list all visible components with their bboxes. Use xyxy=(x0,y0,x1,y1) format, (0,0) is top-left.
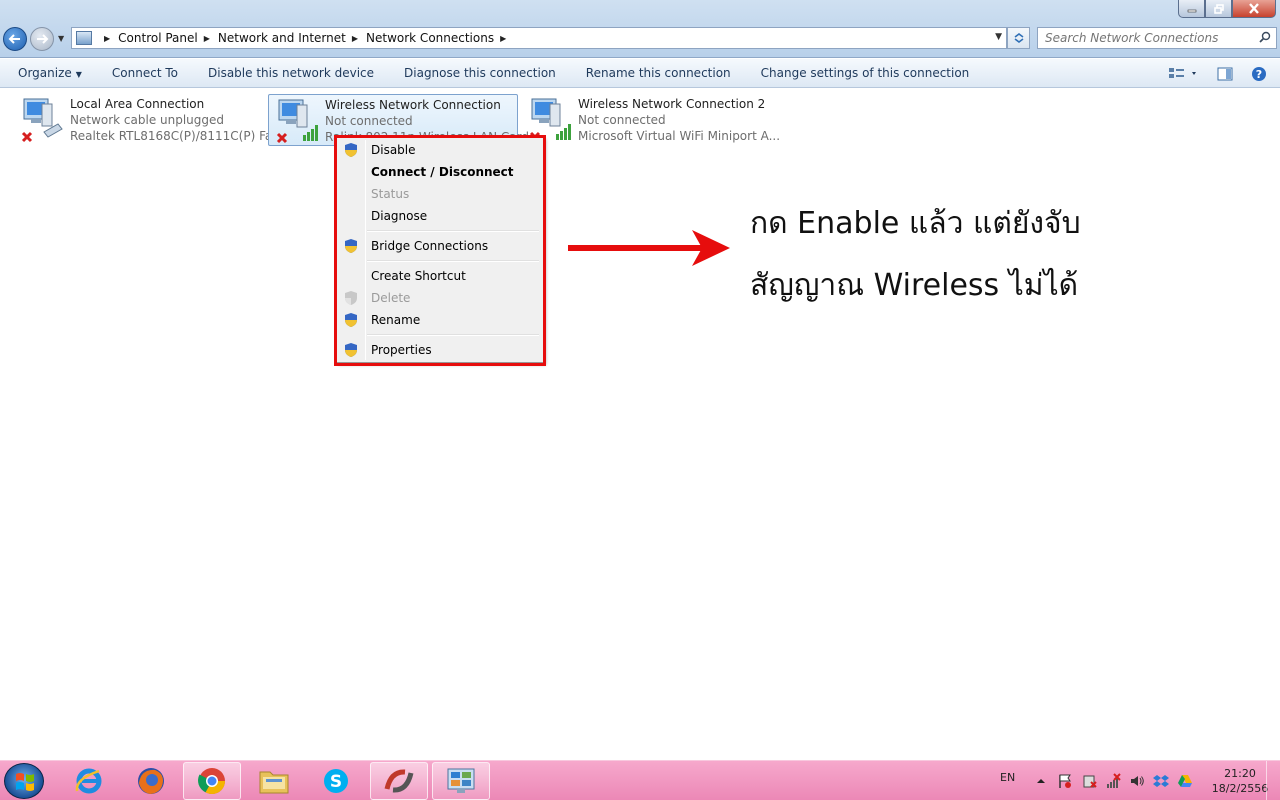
clock[interactable]: 21:20 18/2/2556 xyxy=(1210,766,1270,796)
language-indicator[interactable]: EN xyxy=(1000,771,1015,784)
svg-text:?: ? xyxy=(1256,68,1262,81)
firefox-icon xyxy=(138,768,164,794)
taskbar-network-control-panel[interactable] xyxy=(432,762,490,800)
tray-icons xyxy=(1033,773,1193,789)
taskbar: S EN 21:20 18/2/2556 xyxy=(0,760,1280,800)
close-icon xyxy=(1249,3,1259,14)
breadcrumb-network-connections[interactable]: Network Connections xyxy=(366,31,494,45)
breadcrumb-control-panel[interactable]: Control Panel xyxy=(118,31,198,45)
close-button[interactable] xyxy=(1232,0,1276,18)
clock-date: 18/2/2556 xyxy=(1211,782,1269,795)
maximize-button[interactable] xyxy=(1205,0,1232,18)
wired-network-icon xyxy=(21,98,63,143)
chevron-right-icon[interactable]: ▶ xyxy=(204,34,210,43)
start-button[interactable] xyxy=(4,763,44,799)
organize-menu[interactable]: Organize ▼ xyxy=(0,66,97,80)
restore-icon xyxy=(1213,3,1224,14)
help-icon: ? xyxy=(1252,66,1266,81)
connection-item-wireless-2[interactable]: Wireless Network Connection 2 Not connec… xyxy=(522,94,780,146)
control-panel-icon xyxy=(76,31,92,45)
forward-button[interactable] xyxy=(30,27,54,51)
recent-pages-dropdown[interactable]: ▼ xyxy=(58,34,64,43)
taskbar-file-explorer[interactable] xyxy=(245,762,303,800)
chevron-down-icon: ▼ xyxy=(75,70,82,79)
forward-arrow-icon xyxy=(37,34,49,44)
back-button[interactable] xyxy=(3,27,27,51)
annotation-text-line-2: สัญญาณ Wireless ไม่ได้ xyxy=(750,268,1079,303)
svg-text:S: S xyxy=(330,772,342,792)
volume-icon[interactable] xyxy=(1129,773,1145,789)
help-button[interactable]: ? xyxy=(1246,63,1272,85)
wireless-signal-icon[interactable] xyxy=(1105,773,1121,789)
rename-button[interactable]: Rename this connection xyxy=(571,66,746,80)
action-center-flag-icon[interactable] xyxy=(1057,773,1073,789)
connection-device: Microsoft Virtual WiFi Miniport A... xyxy=(578,129,781,143)
taskbar-chrome[interactable] xyxy=(183,762,241,800)
connect-to-button[interactable]: Connect To xyxy=(97,66,193,80)
chevron-right-icon[interactable]: ▶ xyxy=(104,34,110,43)
taskbar-skype[interactable]: S xyxy=(307,762,365,800)
connections-list: Local Area Connection Network cable unpl… xyxy=(0,88,1280,760)
breadcrumb: ▶ Control Panel ▶ Network and Internet ▶… xyxy=(98,31,514,45)
network-control-panel-icon xyxy=(447,768,475,793)
connection-status: Network cable unplugged xyxy=(70,113,225,127)
disable-device-button[interactable]: Disable this network device xyxy=(193,66,389,80)
clock-time: 21:20 xyxy=(1224,767,1256,780)
media-app-icon xyxy=(384,769,414,793)
refresh-icon xyxy=(1014,33,1023,43)
connection-name: Wireless Network Connection 2 xyxy=(578,97,766,111)
organize-label: Organize xyxy=(18,66,72,80)
connection-device: Realtek RTL8168C(P)/8111C(P) Fa... xyxy=(70,129,284,143)
chevron-right-icon[interactable]: ▶ xyxy=(500,34,506,43)
minimize-button[interactable] xyxy=(1178,0,1205,18)
view-controls: ? xyxy=(1164,59,1280,88)
chrome-icon xyxy=(198,768,226,795)
annotation-text-line-1: กด Enable แล้ว แต่ยังจับ xyxy=(750,206,1081,241)
window-title-bar: ▼ ▶ Control Panel ▶ Network and Internet… xyxy=(0,0,1280,58)
diagnose-button[interactable]: Diagnose this connection xyxy=(389,66,571,80)
windows-logo-icon xyxy=(16,773,34,791)
connection-status: Not connected xyxy=(325,114,413,128)
file-explorer-icon xyxy=(259,771,289,794)
preview-pane-button[interactable] xyxy=(1212,63,1238,85)
search-icon[interactable] xyxy=(1259,31,1271,43)
taskbar-firefox[interactable] xyxy=(122,762,180,800)
connection-item-local-area[interactable]: Local Area Connection Network cable unpl… xyxy=(14,94,284,146)
search-box xyxy=(1037,27,1277,49)
window-controls xyxy=(1178,0,1276,18)
breadcrumb-network-and-internet[interactable]: Network and Internet xyxy=(218,31,346,45)
chevron-right-icon[interactable]: ▶ xyxy=(352,34,358,43)
annotation-highlight-box xyxy=(334,135,546,366)
dropbox-icon[interactable] xyxy=(1153,773,1169,789)
view-options-icon xyxy=(1169,67,1196,78)
wireless-network-icon xyxy=(276,99,318,144)
back-arrow-icon xyxy=(8,34,20,44)
change-settings-button[interactable]: Change settings of this connection xyxy=(746,66,985,80)
show-hidden-icons-icon[interactable] xyxy=(1033,773,1049,789)
command-bar: Organize ▼ Connect To Disable this networ… xyxy=(0,59,1280,88)
safely-remove-hardware-icon[interactable] xyxy=(1081,773,1097,789)
connection-name: Local Area Connection xyxy=(70,97,205,111)
minimize-icon xyxy=(1187,9,1196,12)
connection-status: Not connected xyxy=(578,113,666,127)
connection-name: Wireless Network Connection xyxy=(325,98,501,112)
address-history-dropdown[interactable]: ▼ xyxy=(995,32,1002,42)
taskbar-internet-explorer[interactable] xyxy=(60,762,118,800)
show-desktop-button[interactable] xyxy=(1266,761,1280,800)
preview-pane-icon xyxy=(1217,67,1233,80)
taskbar-media-app[interactable] xyxy=(370,762,428,800)
search-input[interactable] xyxy=(1038,28,1248,48)
skype-icon: S xyxy=(324,769,348,793)
internet-explorer-icon xyxy=(75,768,102,794)
annotation-arrow-icon xyxy=(568,230,730,266)
change-view-button[interactable] xyxy=(1164,63,1204,85)
refresh-button[interactable] xyxy=(1007,27,1030,49)
google-drive-icon[interactable] xyxy=(1177,773,1193,789)
address-bar[interactable]: ▶ Control Panel ▶ Network and Internet ▶… xyxy=(71,27,1007,49)
